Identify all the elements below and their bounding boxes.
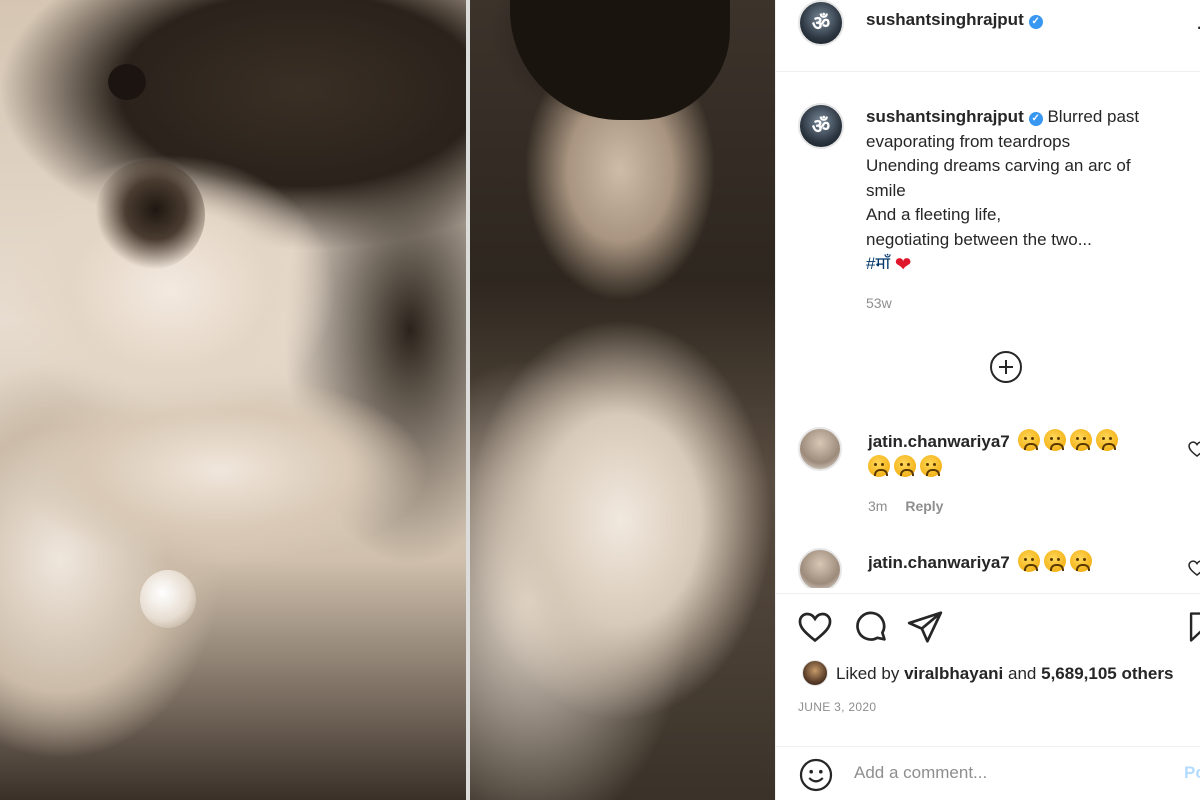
post-header: ॐ sushantsinghrajput ✓ · — [776, 0, 1200, 72]
verified-badge-icon: ✓ — [1028, 15, 1043, 29]
sad-face-emoji — [1096, 429, 1119, 451]
earring — [140, 570, 196, 628]
post-comment-button[interactable]: Post — [1184, 763, 1200, 783]
comment-bubble-icon[interactable] — [852, 608, 890, 646]
comment-meta: 3m Reply — [868, 498, 943, 514]
comment-like-heart-icon[interactable] — [1187, 558, 1200, 578]
liker-username[interactable]: viralbhayani — [904, 664, 1003, 683]
hair-shape — [510, 0, 730, 120]
sad-emoji-group — [864, 455, 942, 477]
save-bookmark-icon[interactable] — [1184, 608, 1200, 646]
post-caption: sushantsinghrajput ✓ Blurred past evapora… — [866, 105, 1191, 315]
commenter-avatar[interactable] — [798, 548, 842, 588]
sad-face-emoji — [868, 455, 890, 477]
caption-line-6: negotiating between the two... — [866, 229, 1092, 249]
author-username[interactable]: sushantsinghrajput — [866, 10, 1024, 29]
comment-time[interactable]: 3m — [868, 498, 887, 514]
photo-portrait — [470, 0, 775, 800]
verified-badge-icon: ✓ — [1028, 112, 1043, 126]
caption-line-3: Unending dreams carving an arc of — [866, 156, 1131, 175]
liked-and: and — [1008, 664, 1037, 683]
post-media[interactable] — [0, 0, 775, 800]
emoji-smiley-icon[interactable] — [798, 757, 834, 793]
liked-prefix: Liked by — [836, 664, 900, 683]
eye-shadow — [95, 160, 205, 270]
caption-line-1: Blurred past — [1047, 107, 1140, 126]
reply-button[interactable]: Reply — [905, 498, 943, 514]
likes-count[interactable]: 5,689,105 others — [1041, 664, 1173, 683]
caption-line-2: evaporating from teardrops — [866, 131, 1071, 151]
add-comment-bar: Add a comment... Post — [776, 746, 1200, 800]
sad-face-emoji — [920, 455, 942, 477]
commenter-username[interactable]: jatin.chanwariya7 — [868, 432, 1010, 451]
sad-emoji-group — [1014, 429, 1119, 451]
sad-face-emoji — [894, 455, 916, 477]
header-author: sushantsinghrajput ✓ — [866, 10, 1043, 30]
sad-face-emoji — [1018, 429, 1041, 451]
post-sidebar: ॐ sushantsinghrajput ✓ · ॐ sushantsinghra… — [775, 0, 1200, 800]
comment-body: jatin.chanwariya7 — [868, 429, 1168, 481]
hashtag-link[interactable]: #माँ — [866, 254, 890, 273]
share-direct-icon[interactable] — [906, 608, 944, 646]
commenter-avatar[interactable] — [798, 427, 842, 471]
liker-avatar[interactable] — [802, 660, 828, 686]
caption-avatar[interactable]: ॐ — [798, 103, 844, 149]
sad-face-emoji — [1044, 550, 1067, 572]
sad-face-emoji — [1070, 429, 1093, 451]
photo-mother — [0, 0, 466, 800]
post-date[interactable]: JUNE 3, 2020 — [798, 700, 876, 714]
caption-username[interactable]: sushantsinghrajput — [866, 107, 1024, 126]
author-avatar[interactable]: ॐ — [798, 0, 844, 46]
caption-line-5: And a fleeting life, — [866, 205, 1002, 224]
sad-face-emoji — [1044, 429, 1067, 451]
like-heart-icon[interactable] — [796, 608, 834, 646]
comment-item: jatin.chanwariya7 — [776, 548, 1200, 588]
more-options-icon[interactable]: · — [1196, 14, 1200, 40]
avatar-glyph: ॐ — [811, 113, 831, 138]
caption-line-4: smile — [866, 180, 906, 200]
comment-like-heart-icon[interactable] — [1187, 439, 1200, 459]
red-heart-emoji: ❤ — [894, 254, 912, 276]
avatar-glyph: ॐ — [811, 10, 831, 35]
commenter-username[interactable]: jatin.chanwariya7 — [868, 553, 1010, 572]
comment-input[interactable]: Add a comment... — [854, 763, 987, 783]
sad-face-emoji — [1018, 550, 1041, 572]
load-more-comments-icon[interactable] — [990, 351, 1022, 383]
sad-emoji-group — [1014, 550, 1093, 572]
liked-by-summary: Liked by viralbhayani and 5,689,105 othe… — [802, 660, 1173, 686]
sad-face-emoji — [1070, 550, 1093, 572]
post-actions: Liked by viralbhayani and 5,689,105 othe… — [776, 593, 1200, 793]
comment-body: jatin.chanwariya7 — [868, 550, 1168, 576]
bindi — [108, 64, 146, 100]
caption-time[interactable]: 53w — [866, 291, 1191, 316]
